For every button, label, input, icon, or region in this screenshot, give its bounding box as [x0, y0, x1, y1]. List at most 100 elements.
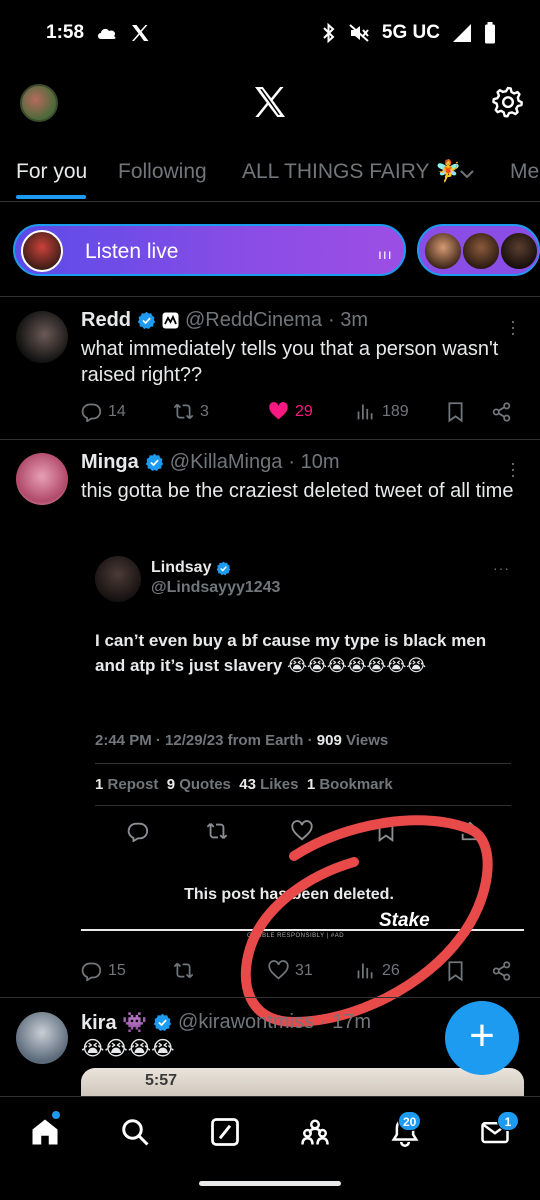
x-notification-icon [132, 25, 149, 41]
author-name[interactable]: Redd [81, 309, 131, 332]
grok-icon[interactable] [210, 1117, 240, 1147]
bluetooth-icon [323, 23, 335, 43]
quoted-quotes-count: 9 [166, 776, 176, 793]
more-options-icon[interactable]: · · · [510, 312, 516, 342]
heart-filled-icon [269, 402, 288, 420]
bookmark-icon[interactable] [445, 401, 466, 423]
equalizer-icon: ııı [378, 246, 393, 262]
quoted-actions [95, 820, 511, 844]
compose-post-button[interactable]: + [445, 1001, 519, 1075]
quoted-stats: 1 Repost 9 Quotes 43 Likes 1 Bookmark [95, 776, 393, 793]
timeline-tabs: For you Following ALL THINGS FAIRY 🧚 Me [0, 140, 540, 202]
post-time: · 3m [328, 309, 369, 331]
status-time: 1:58 [46, 22, 85, 43]
share-icon[interactable] [491, 960, 512, 982]
avatar[interactable] [16, 453, 68, 505]
cloud-icon [98, 28, 116, 39]
tweet-text: what immediately tells you that a person… [81, 338, 499, 386]
divider [0, 997, 540, 998]
view-count: 26 [382, 961, 400, 979]
repost-button[interactable]: 3 [173, 401, 209, 422]
quoted-more-icon: ··· [493, 560, 510, 576]
quoted-avatar [95, 556, 141, 602]
view-count: 189 [382, 402, 409, 420]
messages-badge: 1 [497, 1111, 519, 1131]
reply-button[interactable]: 14 [81, 401, 126, 422]
author-handle[interactable]: @kirawontmiss [178, 1011, 314, 1034]
listen-live-bar[interactable]: Listen live ııı [13, 224, 406, 276]
active-tab-indicator [16, 195, 86, 199]
tab-for-you[interactable]: For you [16, 160, 87, 184]
profile-avatar[interactable] [20, 84, 58, 122]
like-count: 29 [295, 402, 313, 420]
author-handle[interactable]: @ReddCinema [185, 309, 322, 332]
reply-count: 14 [108, 402, 126, 420]
communities-icon[interactable] [300, 1117, 330, 1147]
quoted-meta: 2:44 PM · 12/29/23 from Earth · 909 View… [95, 732, 388, 749]
x-logo-icon[interactable] [252, 82, 288, 122]
quoted-timestamp: 2:44 PM · 12/29/23 from Earth · [95, 732, 313, 749]
divider [0, 296, 540, 297]
tab-following[interactable]: Following [118, 160, 207, 184]
reply-button[interactable]: 15 [81, 960, 126, 981]
share-icon[interactable] [491, 401, 512, 423]
reply-icon [81, 962, 102, 981]
signal-icon [453, 24, 471, 42]
space-avatar [423, 231, 463, 271]
verified-badge-icon [217, 561, 231, 575]
author-name[interactable]: Minga [81, 451, 139, 474]
like-button[interactable]: 31 [268, 960, 313, 981]
avatar[interactable] [16, 311, 68, 363]
quoted-views-label: Views [345, 732, 389, 749]
verified-badge-icon [137, 311, 156, 330]
verified-badge-icon [153, 1013, 172, 1032]
home-icon[interactable] [30, 1117, 60, 1147]
repost-button[interactable] [173, 960, 200, 981]
search-icon[interactable] [120, 1117, 150, 1147]
divider [0, 439, 540, 440]
spaces-avatar-stack[interactable] [417, 224, 540, 276]
notifications-badge: 20 [398, 1111, 422, 1131]
views-button[interactable]: 26 [355, 960, 400, 981]
author-handle[interactable]: @KillaMinga [170, 451, 283, 474]
tweet-actions: 15 31 26 [81, 960, 521, 988]
quoted-author-name: Lindsay [151, 559, 212, 576]
quoted-reposts-label: Repost [107, 776, 159, 793]
quoted-views-count: 909 [316, 732, 342, 749]
share-icon [461, 821, 479, 841]
network-label: 5G UC [381, 22, 440, 43]
views-icon [357, 404, 373, 420]
like-count: 31 [295, 961, 313, 979]
avatar[interactable] [16, 1012, 68, 1064]
space-host-avatar [21, 230, 63, 272]
chevron-down-icon[interactable] [459, 168, 475, 180]
repost-icon [206, 823, 228, 839]
repost-icon [173, 403, 194, 420]
status-bar: 1:58 5G UC [0, 0, 540, 66]
gesture-handle[interactable] [199, 1181, 341, 1186]
ad-footer-text: GAMBLE RESPONSIBLY | #AD [247, 933, 345, 939]
tab-me[interactable]: Me [510, 160, 539, 184]
settings-gear-icon[interactable] [492, 86, 524, 118]
media-preview[interactable]: 5:57 [81, 1068, 524, 1098]
more-options-icon[interactable]: · · · [510, 454, 516, 484]
views-button[interactable]: 189 [355, 401, 409, 422]
like-button[interactable]: 29 [268, 401, 313, 422]
mute-icon [349, 24, 369, 42]
bookmark-icon[interactable] [445, 960, 466, 982]
heart-icon [268, 960, 289, 980]
bookmark-icon [378, 820, 394, 842]
author-name[interactable]: kira 👾 [81, 1010, 147, 1035]
views-icon [357, 963, 373, 979]
media-time: 5:57 [145, 1072, 178, 1089]
tweet-text: this gotta be the craziest deleted tweet… [81, 480, 514, 502]
reply-icon [127, 822, 149, 842]
quoted-quotes-label: Quotes [179, 776, 231, 793]
quoted-bookmarks-label: Bookmark [319, 776, 393, 793]
quoted-post-image[interactable]: Lindsay @Lindsayyy1243 ··· I can’t even … [81, 540, 524, 943]
tab-all-things-fairy[interactable]: ALL THINGS FAIRY 🧚 [242, 160, 461, 184]
app-header [0, 72, 540, 134]
home-unread-dot [52, 1111, 60, 1119]
battery-icon [485, 22, 495, 44]
bottom-navigation: 20 1 [0, 1096, 540, 1200]
